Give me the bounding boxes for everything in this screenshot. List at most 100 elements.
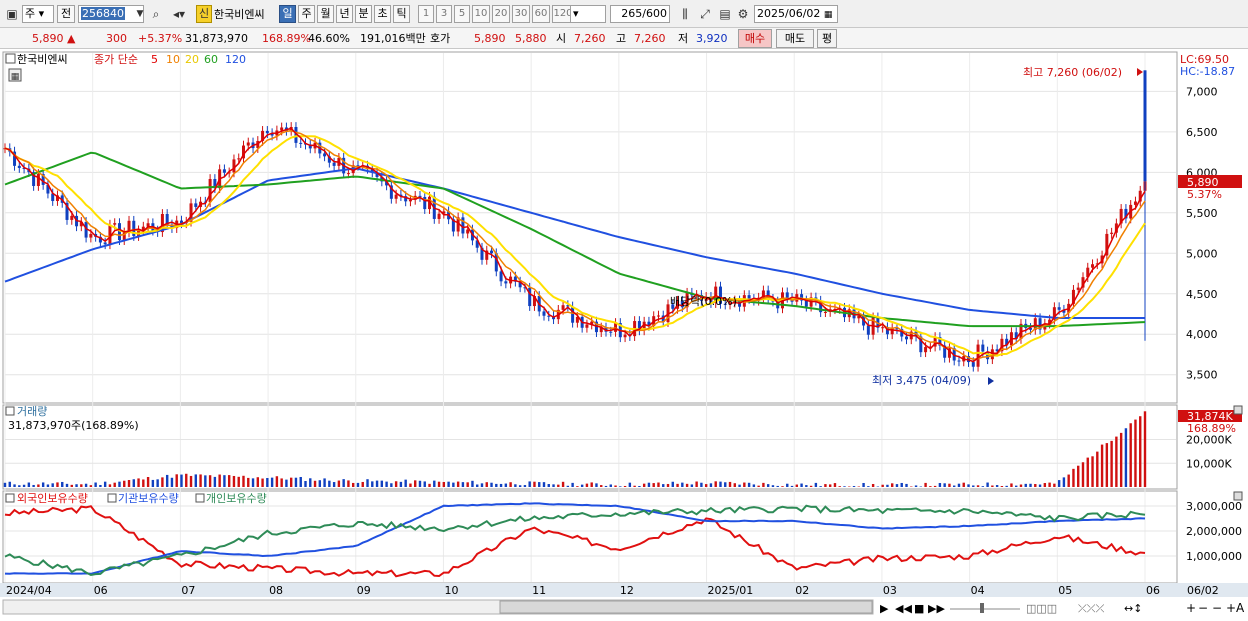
candle-body — [747, 295, 751, 299]
volume-bar — [242, 475, 245, 487]
volume-bar — [161, 477, 164, 487]
x-axis-label: 05 — [1058, 584, 1072, 597]
scrollbar-thumb[interactable] — [499, 600, 873, 614]
volume-bar — [838, 486, 841, 487]
volume-bar — [456, 481, 460, 487]
count-dropdown[interactable]: ▾ — [570, 5, 606, 23]
count-input[interactable]: 265/600 — [610, 5, 670, 23]
x-axis-label: 06 — [1146, 584, 1160, 597]
volume-bar — [948, 483, 951, 487]
x-axis-label: 2024/04 — [6, 584, 52, 597]
date-input[interactable]: 2025/06/02 ▦ — [754, 5, 838, 23]
draw-icon[interactable]: ⤢ — [696, 6, 714, 22]
period-button-4[interactable]: 분 — [355, 5, 372, 23]
holding-close-icon[interactable] — [1233, 491, 1243, 501]
volume-bar — [1119, 432, 1123, 487]
volume-bar — [1100, 444, 1104, 487]
auto-scale-icon[interactable]: +A — [1226, 601, 1245, 615]
volume-bar — [1124, 428, 1128, 487]
volume-bar — [1091, 456, 1094, 487]
period-button-0[interactable]: 일 — [279, 5, 296, 23]
tool-icons[interactable]: ⤫⤫⤫ — [1078, 602, 1105, 615]
volume-bar — [647, 482, 651, 487]
period-button-2[interactable]: 월 — [317, 5, 334, 23]
candle-body — [823, 311, 827, 313]
volume-bar — [75, 484, 78, 487]
gear-icon[interactable]: ⚙ — [734, 6, 752, 22]
search-icon[interactable]: ⌕ — [148, 6, 164, 22]
volume-bar — [1010, 483, 1013, 487]
volume-bar — [447, 481, 450, 487]
buy-button[interactable]: 매수 — [738, 29, 772, 48]
minute-button-10[interactable]: 10 — [472, 5, 490, 23]
volume-bar — [299, 476, 302, 487]
move-icons[interactable]: ↔↕ — [1124, 602, 1142, 615]
forward-icon[interactable]: ▶▶ — [928, 602, 945, 615]
volume-bar — [871, 483, 875, 487]
avg-button[interactable]: 평 — [817, 29, 837, 48]
volume-value: 31,873,970 — [185, 32, 248, 45]
save-icon[interactable]: ▤ — [716, 6, 734, 22]
minute-button-5[interactable]: 5 — [454, 5, 470, 23]
volume-bar — [352, 482, 355, 487]
zoom-in-icon[interactable]: + — [1186, 601, 1196, 615]
period-button-1[interactable]: 주 — [298, 5, 315, 23]
sell-button[interactable]: 매도 — [776, 29, 814, 48]
volume-bar — [628, 482, 632, 487]
candle-body — [246, 142, 250, 146]
volume-bar — [428, 483, 431, 487]
volume-bar — [256, 477, 260, 487]
price-tick-label: 5,000 — [1186, 247, 1218, 260]
minute-button-1[interactable]: 1 — [418, 5, 434, 23]
volume-bar — [995, 485, 999, 487]
volume-bar — [123, 480, 126, 487]
volume-bar — [399, 481, 403, 487]
candle-icon[interactable]: ⫼ — [676, 6, 694, 22]
layout-icons[interactable]: ◫◫◫ — [1026, 602, 1057, 615]
volume-bar — [890, 483, 894, 487]
dividend-label: 배당락(0.0%) — [670, 295, 737, 308]
candle-body — [656, 315, 660, 317]
price-tick-label: 3,500 — [1186, 369, 1218, 382]
period-select[interactable]: 주 ▾ — [22, 5, 54, 23]
zoom-reset-icon[interactable]: − — [1212, 601, 1222, 615]
minute-button-20[interactable]: 20 — [492, 5, 510, 23]
candle-body — [924, 347, 928, 353]
volume-bar — [514, 484, 517, 487]
volume-bar — [266, 478, 269, 487]
minute-button-60[interactable]: 60 — [532, 5, 550, 23]
volume-value-text: 31,873,970주(168.89%) — [8, 419, 139, 432]
chart-area[interactable]: 한국비엔씨 종가 단순 5 10 20 60 120 ▦ LC:69.50 HC… — [0, 49, 1248, 621]
volume-bar — [809, 485, 813, 487]
window-icon[interactable]: ▣ — [4, 6, 20, 22]
play-icon[interactable]: ▶ — [880, 602, 889, 615]
candle-body — [323, 153, 327, 157]
volume-close-icon[interactable] — [1233, 405, 1243, 415]
minute-button-3[interactable]: 3 — [436, 5, 452, 23]
period-button-5[interactable]: 초 — [374, 5, 391, 23]
volume-bar — [905, 483, 908, 487]
zoom-slider-handle[interactable] — [980, 603, 984, 613]
stop-icon[interactable]: ■ — [914, 602, 924, 615]
candle-body — [623, 334, 627, 338]
volume-bar — [571, 482, 574, 487]
volume-bar — [46, 484, 50, 487]
rewind-icon[interactable]: ◀◀ — [895, 602, 912, 615]
dropdown-icon[interactable]: ▼ — [134, 6, 146, 22]
candle-body — [1091, 264, 1095, 268]
volume-bar — [108, 484, 112, 487]
volume-bar — [118, 481, 121, 487]
speaker-icon[interactable]: ◂▾ — [166, 6, 192, 22]
period-button-3[interactable]: 년 — [336, 5, 353, 23]
period-button-6[interactable]: 틱 — [393, 5, 410, 23]
open-label: 시 — [556, 32, 567, 45]
zoom-out-icon[interactable]: − — [1198, 601, 1208, 615]
candle-body — [466, 229, 470, 234]
minute-button-30[interactable]: 30 — [512, 5, 530, 23]
max-price-label: 최고 7,260 (06/02) — [1023, 66, 1122, 79]
volume-bar — [328, 480, 331, 487]
prev-button[interactable]: 전 — [57, 5, 75, 23]
table-icon-glyph: ▦ — [11, 72, 20, 82]
volume-bar — [1043, 483, 1047, 487]
volume-bar — [757, 485, 760, 487]
